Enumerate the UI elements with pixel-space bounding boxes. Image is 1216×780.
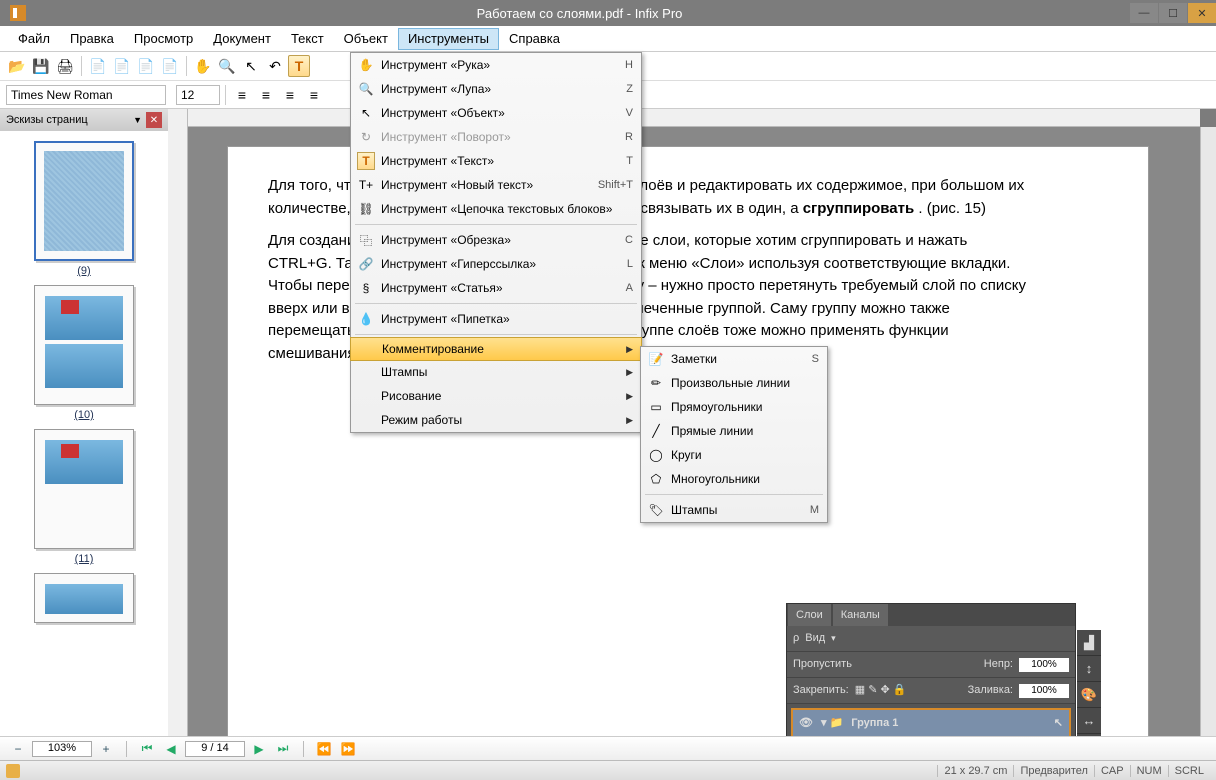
zoom-out-button[interactable]: −: [8, 740, 28, 758]
menu-view[interactable]: Просмотр: [124, 28, 203, 50]
menu-item[interactable]: ⿻Инструмент «Обрезка»C: [351, 228, 641, 252]
font-size-select[interactable]: 12: [176, 85, 220, 105]
submenu-item[interactable]: 📝ЗаметкиS: [641, 347, 827, 371]
status-cap: CAP: [1094, 765, 1130, 777]
first-page-button[interactable]: ⏮: [137, 740, 157, 758]
align-center-icon[interactable]: ≡: [255, 84, 277, 106]
window-title: Работаем со слоями.pdf - Infix Pro: [30, 6, 1129, 21]
align-left-icon[interactable]: ≡: [231, 84, 253, 106]
maximize-button[interactable]: ☐: [1159, 3, 1187, 23]
thumbnail[interactable]: (9): [29, 141, 139, 277]
open-button[interactable]: 📂: [6, 55, 28, 77]
ps-tab-layers: Слои: [788, 604, 831, 626]
align-justify-icon[interactable]: ≡: [303, 84, 325, 106]
zoom-input[interactable]: 103%: [32, 741, 92, 757]
tools-dropdown: ✋Инструмент «Рука»H🔍Инструмент «Лупа»Z↖И…: [350, 52, 642, 433]
page-icon[interactable]: 📄: [87, 55, 109, 77]
status-scrl: SCRL: [1168, 765, 1210, 777]
menu-item[interactable]: ↻Инструмент «Поворот»R: [351, 125, 641, 149]
undo-icon[interactable]: ↶: [264, 55, 286, 77]
menu-document[interactable]: Документ: [203, 28, 281, 50]
menu-item[interactable]: ↖Инструмент «Объект»V: [351, 101, 641, 125]
status-dim: 21 x 29.7 cm: [937, 765, 1013, 777]
menu-tools[interactable]: Инструменты: [398, 28, 499, 50]
vertical-ruler: [168, 109, 188, 769]
lock-icon: [6, 764, 20, 778]
status-num: NUM: [1130, 765, 1168, 777]
menu-item[interactable]: §Инструмент «Статья»A: [351, 276, 641, 300]
copy-icon[interactable]: 📄: [111, 55, 133, 77]
horizontal-ruler: [188, 109, 1200, 127]
menu-item[interactable]: TИнструмент «Текст»T: [351, 149, 641, 173]
next-page-button[interactable]: ▶: [249, 740, 269, 758]
menu-item[interactable]: T+Инструмент «Новый текст»Shift+T: [351, 173, 641, 197]
font-family-select[interactable]: Times New Roman: [6, 85, 166, 105]
menu-object[interactable]: Объект: [334, 28, 398, 50]
menu-item[interactable]: Штампы▶: [351, 360, 641, 384]
menu-item[interactable]: 🔍Инструмент «Лупа»Z: [351, 77, 641, 101]
vertical-scrollbar[interactable]: [1200, 127, 1216, 769]
ps-tab-channels: Каналы: [833, 604, 888, 626]
menubar: Файл Правка Просмотр Документ Текст Объе…: [0, 26, 1216, 52]
back-button[interactable]: ⏪: [314, 740, 334, 758]
sidebar-dropdown-icon[interactable]: ▼: [133, 115, 142, 125]
hand-tool[interactable]: ✋: [192, 55, 214, 77]
save-button[interactable]: 💾: [30, 55, 52, 77]
sidebar-close-icon[interactable]: ✕: [146, 112, 162, 128]
forward-button[interactable]: ⏩: [338, 740, 358, 758]
align-right-icon[interactable]: ≡: [279, 84, 301, 106]
sidebar-header: Эскизы страниц ▼ ✕: [0, 109, 168, 131]
submenu-item[interactable]: ╱Прямые линии: [641, 419, 827, 443]
thumbnail[interactable]: [29, 573, 139, 623]
zoom-in-button[interactable]: +: [96, 740, 116, 758]
sidebar: Эскизы страниц ▼ ✕ (9) (10) (11): [0, 109, 168, 769]
menu-item[interactable]: 💧Инструмент «Пипетка»: [351, 307, 641, 331]
menu-help[interactable]: Справка: [499, 28, 570, 50]
pointer-tool[interactable]: ↖: [240, 55, 262, 77]
submenu-item[interactable]: ✏Произвольные линии: [641, 371, 827, 395]
statusbar: 21 x 29.7 cm Предварител CAP NUM SCRL: [0, 760, 1216, 780]
thumbnail[interactable]: (11): [29, 429, 139, 565]
menu-edit[interactable]: Правка: [60, 28, 124, 50]
menu-item[interactable]: Комментирование▶: [350, 337, 642, 361]
last-page-button[interactable]: ⏭: [273, 740, 293, 758]
status-prev: Предварител: [1013, 765, 1094, 777]
menu-item[interactable]: Рисование▶: [351, 384, 641, 408]
thumbnails-panel[interactable]: (9) (10) (11): [0, 131, 168, 753]
menu-item[interactable]: 🔗Инструмент «Гиперссылка»L: [351, 252, 641, 276]
sidebar-title: Эскизы страниц: [6, 114, 88, 126]
app-icon: [6, 1, 30, 25]
commenting-submenu: 📝ЗаметкиS✏Произвольные линии▭Прямоугольн…: [640, 346, 828, 523]
text-tool[interactable]: T: [288, 55, 310, 77]
titlebar: Работаем со слоями.pdf - Infix Pro — ☐ ✕: [0, 0, 1216, 26]
submenu-item[interactable]: 🏷ШтампыM: [641, 498, 827, 522]
menu-item[interactable]: Режим работы▶: [351, 408, 641, 432]
menu-text[interactable]: Текст: [281, 28, 334, 50]
zoom-tool[interactable]: 🔍: [216, 55, 238, 77]
menu-file[interactable]: Файл: [8, 28, 60, 50]
prev-page-button[interactable]: ◀: [161, 740, 181, 758]
menu-item[interactable]: ⛓Инструмент «Цепочка текстовых блоков»: [351, 197, 641, 221]
submenu-item[interactable]: ◯Круги: [641, 443, 827, 467]
page3-icon[interactable]: 📄: [159, 55, 181, 77]
print-button[interactable]: 🖨: [54, 55, 76, 77]
page-input[interactable]: 9 / 14: [185, 741, 245, 757]
submenu-item[interactable]: ▭Прямоугольники: [641, 395, 827, 419]
thumbnail[interactable]: (10): [29, 285, 139, 421]
close-button[interactable]: ✕: [1188, 3, 1216, 23]
submenu-item[interactable]: ⬠Многоугольники: [641, 467, 827, 491]
menu-item[interactable]: ✋Инструмент «Рука»H: [351, 53, 641, 77]
minimize-button[interactable]: —: [1130, 3, 1158, 23]
page2-icon[interactable]: 📄: [135, 55, 157, 77]
bottombar: − 103% + ⏮ ◀ 9 / 14 ▶ ⏭ ⏪ ⏩: [0, 736, 1216, 760]
ps-group-row: 👁 ▾ 📁 Группа 1 ↖: [793, 710, 1069, 738]
